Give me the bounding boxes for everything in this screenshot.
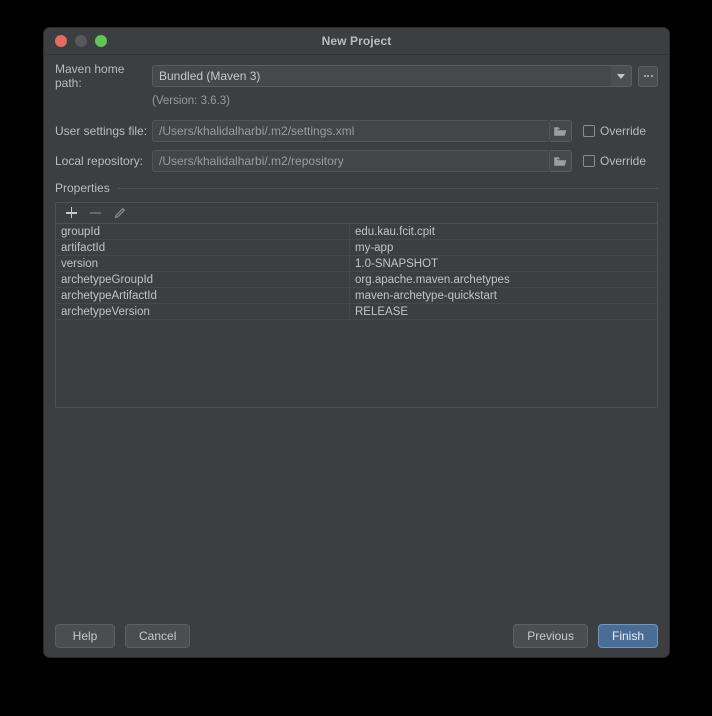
close-light-icon[interactable] [55,35,67,47]
dialog-content: Maven home path: Bundled (Maven 3) (Vers… [44,55,669,657]
table-row[interactable]: version 1.0-SNAPSHOT [56,256,657,272]
chevron-down-icon [617,73,625,79]
maven-home-path-label: Maven home path: [55,62,125,90]
properties-table[interactable]: groupId edu.kau.fcit.cpit artifactId my-… [56,224,657,407]
zoom-light-icon[interactable] [95,35,107,47]
user-settings-override-checkbox[interactable] [583,125,595,137]
dialog-footer: Help Cancel Previous Finish [55,624,658,648]
table-row[interactable]: archetypeArtifactId maven-archetype-quic… [56,288,657,304]
user-settings-file-label: User settings file: [55,124,148,138]
properties-group-header: Properties [55,180,658,196]
folder-icon [554,156,567,166]
maven-home-path-row: Maven home path: Bundled (Maven 3) [55,62,658,90]
maven-version-note-row: (Version: 3.6.3) [55,95,658,111]
footer-right-buttons: Previous Finish [513,624,658,648]
remove-property-button [90,207,102,219]
edit-property-button[interactable] [114,207,126,219]
dialog-titlebar: New Project [44,28,669,55]
user-settings-override-group[interactable]: Override [583,124,658,138]
maven-home-path-dropdown-button[interactable] [611,65,632,87]
properties-title: Properties [55,181,110,195]
user-settings-file-input[interactable]: /Users/khalidalharbi/.m2/settings.xml [152,120,550,142]
property-key: artifactId [56,240,350,255]
previous-button[interactable]: Previous [513,624,588,648]
add-property-button[interactable] [66,207,78,219]
local-repository-override-checkbox[interactable] [583,155,595,167]
ellipsis-icon [647,75,649,77]
property-value: org.apache.maven.archetypes [355,273,510,286]
property-key: archetypeArtifactId [56,288,350,303]
local-repository-row: Local repository: /Users/khalidalharbi/.… [55,150,658,172]
property-value: edu.kau.fcit.cpit [355,225,435,238]
property-value: maven-archetype-quickstart [355,289,497,302]
table-row[interactable]: archetypeVersion RELEASE [56,304,657,320]
local-repository-label: Local repository: [55,154,144,168]
property-value: RELEASE [355,305,409,318]
minimize-light-icon[interactable] [75,35,87,47]
table-row[interactable]: archetypeGroupId org.apache.maven.archet… [56,272,657,288]
maven-home-path-combo[interactable]: Bundled (Maven 3) [152,65,632,87]
minus-icon [90,212,101,214]
property-key: groupId [56,224,350,239]
traffic-light-group [55,35,107,47]
property-key: archetypeVersion [56,304,350,319]
dialog-title: New Project [321,34,392,48]
cancel-button[interactable]: Cancel [125,624,191,648]
finish-button[interactable]: Finish [597,624,658,648]
help-button[interactable]: Help [55,624,115,648]
ellipsis-icon [650,75,653,77]
maven-version-note: (Version: 3.6.3) [152,95,230,107]
plus-icon [70,207,73,218]
local-repository-override-group[interactable]: Override [583,154,658,168]
property-key: version [56,256,350,271]
pencil-icon [114,208,125,219]
new-project-dialog: New Project Maven home path: Bundled (Ma… [43,27,670,658]
table-row[interactable]: artifactId my-app [56,240,657,256]
properties-toolbar [56,203,657,224]
user-settings-override-label: Override [600,124,647,138]
local-repository-override-label: Override [600,154,647,168]
properties-panel: groupId edu.kau.fcit.cpit artifactId my-… [55,202,658,408]
property-value: my-app [355,241,394,254]
table-row[interactable]: groupId edu.kau.fcit.cpit [56,224,657,240]
user-settings-file-browse-button[interactable] [550,120,572,142]
user-settings-file-row: User settings file: /Users/khalidalharbi… [55,120,658,142]
property-value: 1.0-SNAPSHOT [355,257,439,270]
footer-left-buttons: Help Cancel [55,624,191,648]
ellipsis-icon [643,75,646,77]
maven-home-path-value[interactable]: Bundled (Maven 3) [152,65,611,87]
maven-home-path-browse-button[interactable] [638,65,658,87]
local-repository-browse-button[interactable] [550,150,572,172]
property-key: archetypeGroupId [56,272,350,287]
folder-icon [554,126,567,136]
local-repository-input[interactable]: /Users/khalidalharbi/.m2/repository [152,150,550,172]
properties-divider [117,187,658,189]
